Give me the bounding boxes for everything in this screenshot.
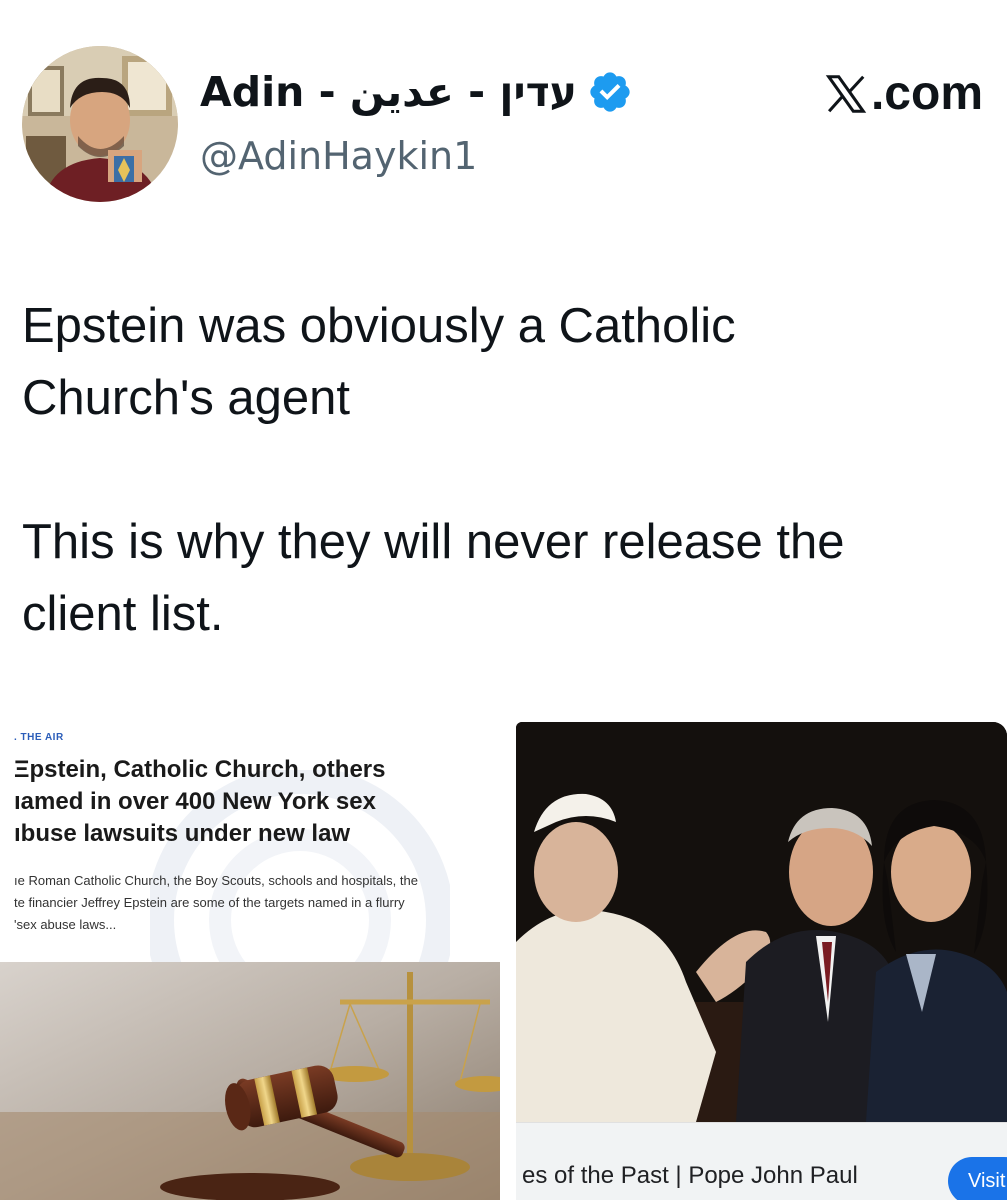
attached-image-article[interactable]: . THE AIR Ξpstein, Catholic Church, othe… [0, 720, 500, 1200]
attached-image-photo[interactable]: es of the Past | Pope John Paul Visit [516, 722, 1007, 1200]
user-handle[interactable]: @AdinHaykin1 [200, 128, 477, 184]
article-section-tag: . THE AIR [14, 732, 64, 743]
tweet-line: Church's agent [22, 371, 351, 425]
avatar[interactable] [22, 46, 178, 202]
source-site-label: .com [823, 66, 983, 122]
summary-line: ıe Roman Catholic Church, the Boy Scouts… [14, 873, 418, 888]
article-headline: Ξpstein, Catholic Church, others ıamed i… [14, 754, 494, 850]
display-name[interactable]: Adin - עדין - عدين [200, 62, 577, 122]
gavel-scales-photo [0, 962, 500, 1200]
tweet-header: Adin - עדין - عدين @AdinHaykin1 .com [0, 0, 1007, 220]
headline-line: ıbuse lawsuits under new law [14, 820, 351, 847]
summary-line: 'sex abuse laws... [14, 917, 117, 932]
visit-button[interactable]: Visit [948, 1157, 1007, 1200]
tweet-line: Epstein was obviously a Catholic [22, 299, 736, 353]
photo-frame [516, 722, 1007, 1122]
summary-line: te financier Jeffrey Epstein are some of… [14, 895, 405, 910]
x-logo-icon [825, 75, 867, 113]
headline-line: Ξpstein, Catholic Church, others [14, 756, 386, 783]
caption-text[interactable]: es of the Past | Pope John Paul [522, 1159, 858, 1193]
tweet-text: Epstein was obviously a Catholic Church'… [22, 290, 982, 650]
name-row: Adin - עדין - عدين [200, 62, 633, 122]
verified-badge-icon [590, 72, 630, 112]
article-summary: ıe Roman Catholic Church, the Boy Scouts… [14, 870, 494, 936]
headline-line: ıamed in over 400 New York sex [14, 788, 376, 815]
user-avatar-photo [22, 46, 178, 202]
search-result-caption: es of the Past | Pope John Paul Visit [516, 1122, 1007, 1200]
site-label-text: .com [870, 67, 983, 120]
pope-meeting-photo [516, 722, 1007, 1122]
tweet-line: This is why they will never release the [22, 515, 845, 569]
tweet-line: client list. [22, 587, 224, 641]
